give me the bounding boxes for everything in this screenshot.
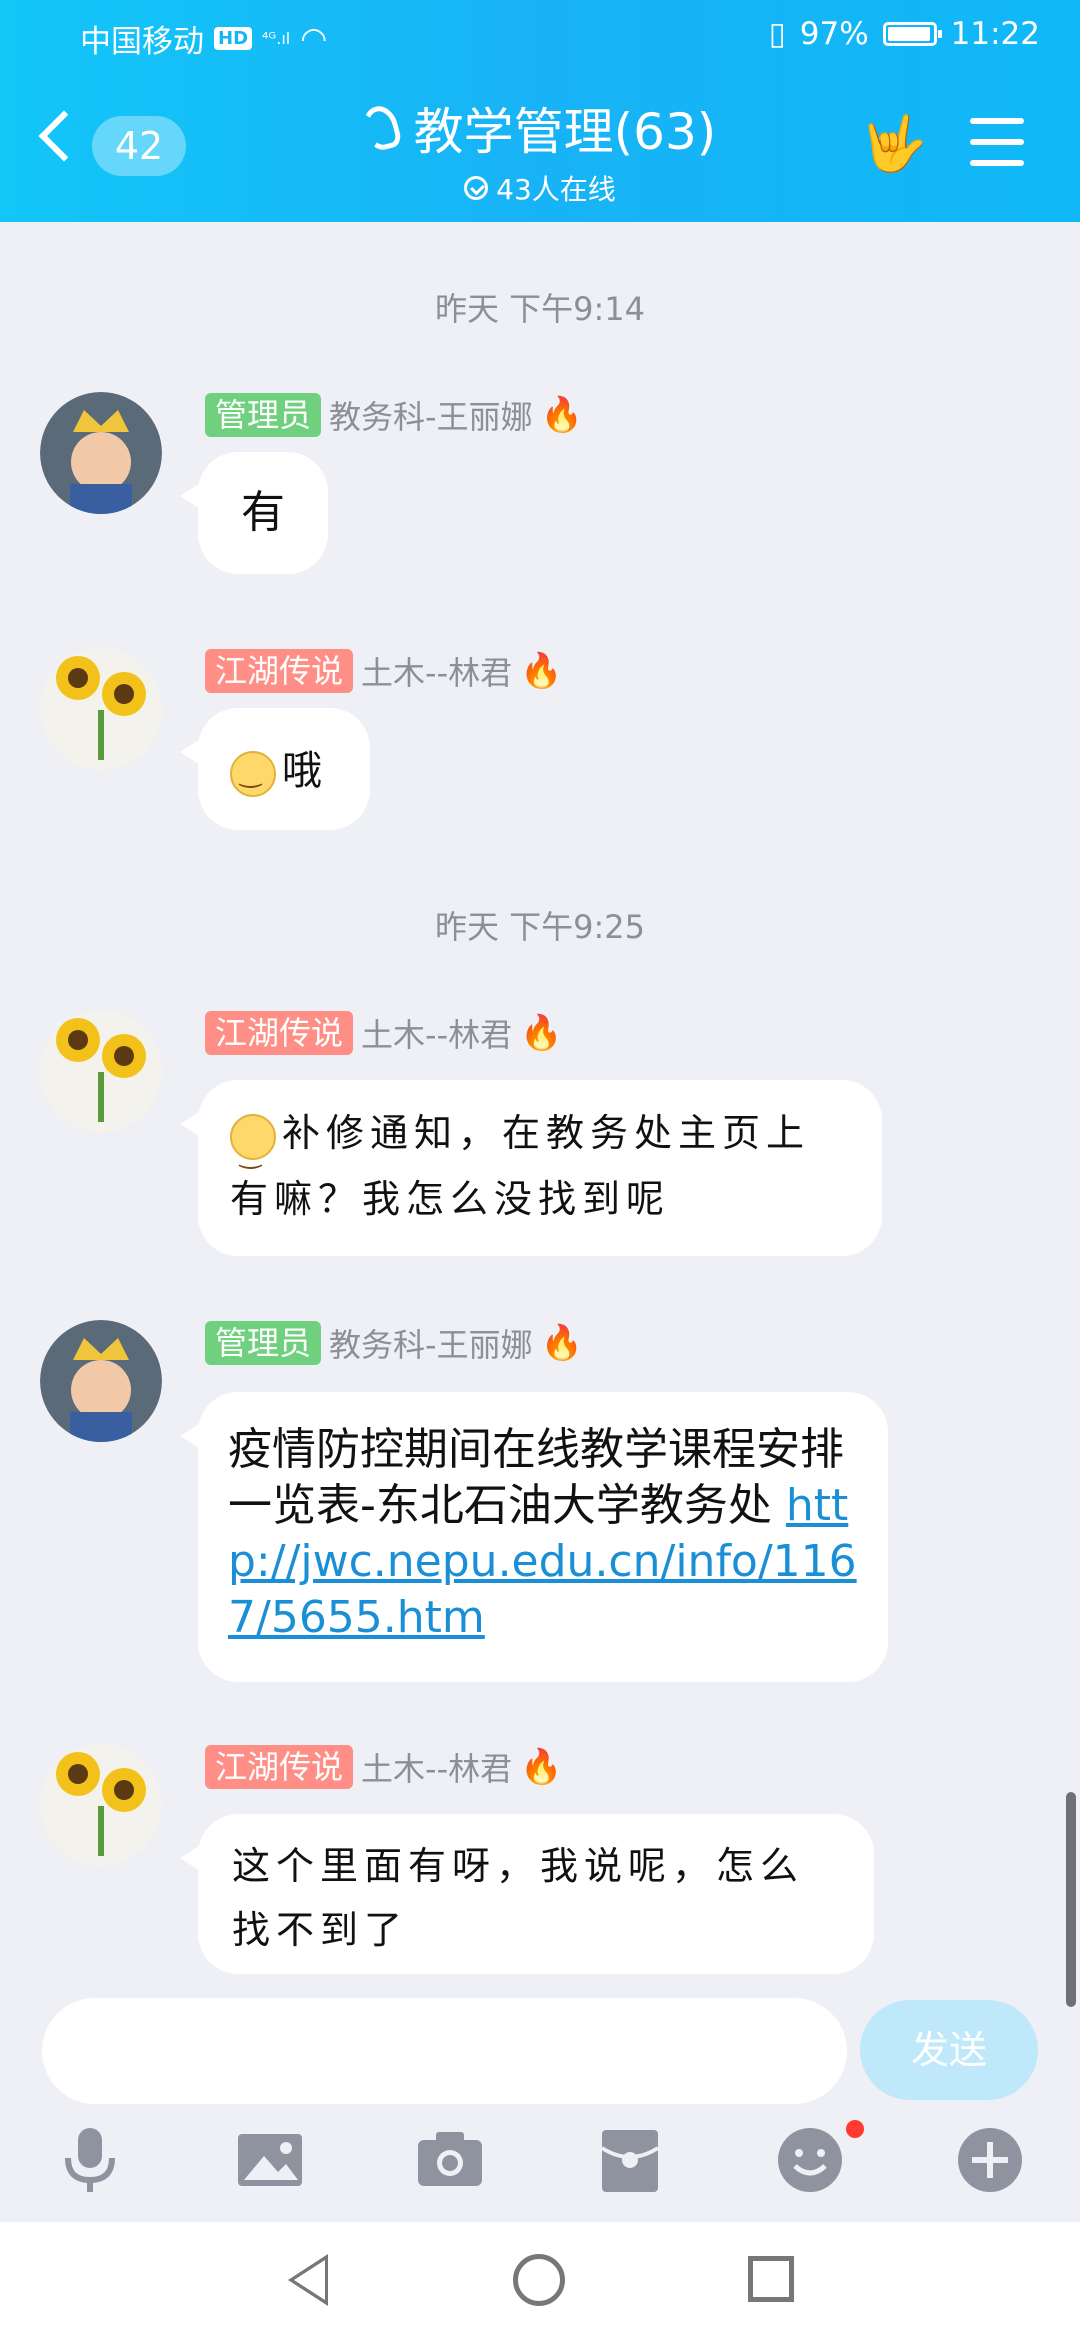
message-bubble[interactable]: 补修通知，在教务处主页上有嘛？我怎么没找到呢 (180, 1080, 882, 1256)
notification-dot (846, 2120, 864, 2138)
smile-emoji-icon (230, 1113, 276, 1188)
timestamp: 昨天 下午9:25 (434, 908, 646, 946)
avatar[interactable] (40, 1010, 162, 1132)
message-text: 这个里面有呀，我说呢，怎么找不到了 (232, 1844, 805, 1952)
vibrate-icon: ▯ (768, 16, 786, 52)
sender-meta: 江湖传说 土木--林君 🔥 (205, 1010, 562, 1056)
flame-icon: 🔥 (520, 651, 563, 691)
message-text: 疫情防控期间在线教学课程安排一览表-东北石油大学教务处 (228, 1424, 844, 1531)
message-bubble[interactable]: 有 (180, 452, 328, 574)
online-status: 43人在线 (464, 168, 616, 208)
red-packet-icon[interactable] (590, 2120, 670, 2200)
role-badge: 管理员 (205, 1321, 322, 1365)
message-text: 有 (241, 487, 285, 538)
battery-icon (882, 22, 942, 46)
flame-icon: 🔥 (520, 1013, 563, 1053)
role-badge: 管理员 (205, 393, 322, 437)
message-text: 补修通知，在教务处主页上有嘛？我怎么没找到呢 (230, 1111, 811, 1221)
clock: 11:22 (950, 16, 1040, 52)
battery-percent: 97% (799, 16, 869, 52)
sender-name[interactable]: 教务科-王丽娜 (329, 392, 533, 438)
flame-icon: 🔥 (540, 395, 583, 435)
flame-icon: 🔥 (520, 1747, 563, 1787)
wifi-icon: ◠ (300, 20, 328, 57)
sender-name[interactable]: 土木--林君 (361, 1744, 512, 1790)
carrier-name: 中国移动 (80, 24, 204, 60)
scrollbar[interactable] (1066, 1792, 1076, 2007)
hd-icon: HD (214, 27, 253, 50)
timestamp: 昨天 下午9:14 (434, 290, 646, 328)
message-bubble[interactable]: 疫情防控期间在线教学课程安排一览表-东北石油大学教务处 http://jwc.n… (180, 1392, 888, 1682)
input-bar: 发送 (0, 1980, 1080, 2104)
group-title: 教学管理(63) (413, 103, 717, 161)
sender-meta: 江湖传说 土木--林君 🔥 (205, 1744, 562, 1790)
message-bubble[interactable]: 这个里面有呀，我说呢，怎么找不到了 (180, 1814, 874, 1974)
top-bar: 中国移动 HD ⁴ᴳ.ıl ◠ ▯ 97% 11:22 42 教学管理(63) … (0, 0, 1080, 222)
nav-back-icon[interactable] (288, 2254, 328, 2306)
avatar[interactable] (40, 1320, 162, 1442)
microphone-icon[interactable] (50, 2120, 130, 2200)
sender-meta: 江湖传说 土木--林君 🔥 (205, 648, 562, 694)
online-count: 43人在线 (496, 173, 616, 206)
sender-meta: 管理员 教务科-王丽娜 🔥 (205, 392, 583, 438)
nav-home-icon[interactable] (513, 2254, 565, 2306)
toolbar (0, 2120, 1080, 2210)
message-input[interactable] (42, 1998, 847, 2104)
chat-list[interactable]: 昨天 下午9:14 管理员 教务科-王丽娜 🔥 有 江湖传说 土木--林君 🔥 … (0, 222, 1080, 2007)
flame-icon: 🔥 (540, 1323, 583, 1363)
hand-gesture-icon[interactable]: 🤟 (860, 112, 927, 176)
avatar[interactable] (40, 392, 162, 514)
nav-recents-icon[interactable] (748, 2256, 794, 2302)
message-bubble[interactable]: 哦 (180, 708, 370, 830)
smile-emoji-icon (230, 751, 276, 797)
plus-icon[interactable] (950, 2120, 1030, 2200)
avatar[interactable] (40, 648, 162, 770)
avatar[interactable] (40, 1744, 162, 1866)
sender-meta: 管理员 教务科-王丽娜 🔥 (205, 1320, 583, 1366)
role-badge: 江湖传说 (205, 649, 354, 693)
role-badge: 江湖传说 (205, 1745, 354, 1789)
system-nav-bar (0, 2222, 1080, 2340)
status-bar: 中国移动 HD ⁴ᴳ.ıl ◠ ▯ 97% 11:22 (0, 0, 1080, 72)
sender-name[interactable]: 教务科-王丽娜 (329, 1320, 533, 1366)
sender-name[interactable]: 土木--林君 (361, 1010, 512, 1056)
image-icon[interactable] (230, 2120, 310, 2200)
camera-icon[interactable] (410, 2120, 490, 2200)
role-badge: 江湖传说 (205, 1011, 354, 1055)
signal-icon: ⁴ᴳ.ıl (262, 29, 291, 48)
ear-icon (358, 102, 403, 154)
emoji-icon[interactable] (770, 2120, 850, 2200)
message-text: 哦 (282, 748, 328, 794)
sender-name[interactable]: 土木--林君 (361, 648, 512, 694)
send-button[interactable]: 发送 (860, 2000, 1038, 2100)
check-circle-icon (464, 176, 489, 200)
menu-icon[interactable] (970, 118, 1024, 168)
